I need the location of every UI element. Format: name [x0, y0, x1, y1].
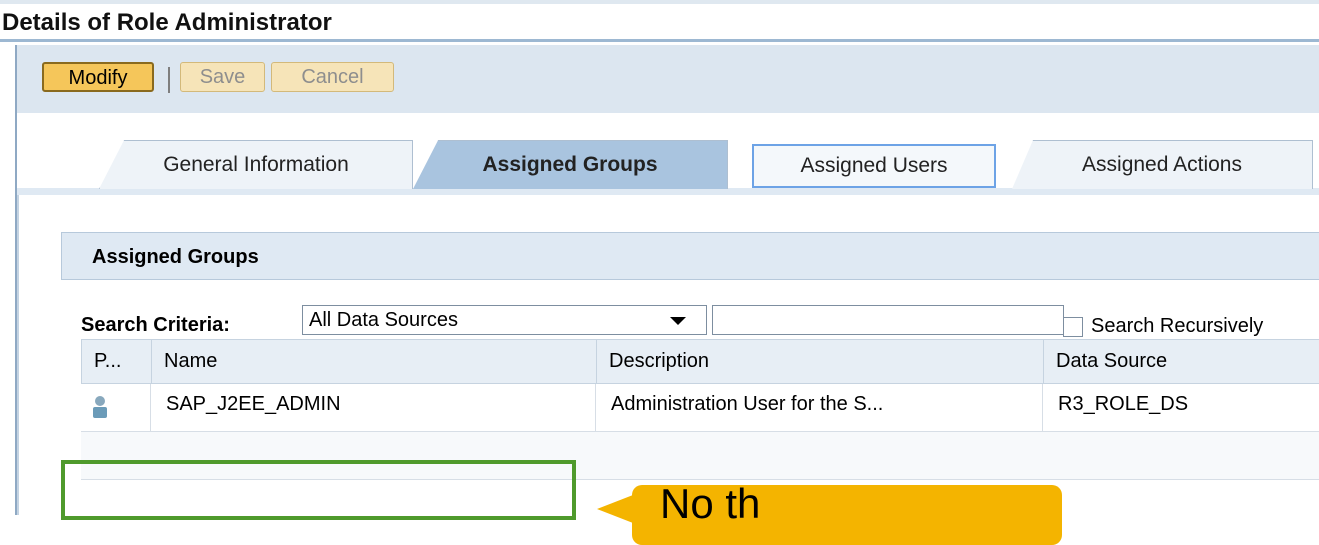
chevron-down-icon[interactable]: [670, 317, 686, 325]
column-header-description[interactable]: Description: [597, 340, 1044, 383]
title-underline: [0, 39, 1319, 42]
data-source-value: All Data Sources: [309, 309, 458, 331]
table-row[interactable]: SAP_J2EE_ADMIN Administration User for t…: [81, 384, 1319, 432]
data-source-cell: R3_ROLE_DS: [1043, 384, 1319, 431]
column-header-name[interactable]: Name: [152, 340, 597, 383]
search-input[interactable]: [712, 305, 1064, 335]
description-cell: Administration User for the S...: [596, 384, 1043, 431]
column-header-data-source[interactable]: Data Source: [1044, 340, 1319, 383]
toolbar-separator: [168, 67, 170, 93]
column-header-p[interactable]: P...: [82, 340, 152, 383]
name-cell: SAP_J2EE_ADMIN: [151, 384, 596, 431]
cancel-button[interactable]: Cancel: [271, 62, 394, 92]
data-source-select[interactable]: All Data Sources: [302, 305, 707, 335]
panel-title: Assigned Groups: [61, 232, 1319, 280]
detail-container: Modify Save Cancel General Information A…: [15, 45, 1319, 515]
empty-row-highlight: [61, 460, 576, 520]
tab-assigned-users[interactable]: Assigned Users: [752, 144, 996, 188]
callout-pointer: [597, 495, 633, 523]
search-recursively-checkbox[interactable]: [1063, 317, 1083, 337]
tab-bar: General Information Assigned Groups Assi…: [17, 113, 1319, 189]
callout-text: No th: [660, 480, 761, 527]
table-header: P... Name Description Data Source: [81, 339, 1319, 384]
search-row: Search Criteria: All Data Sources Search…: [81, 305, 1319, 339]
tab-general-information[interactable]: General Information: [99, 140, 413, 189]
toolbar: Modify Save Cancel: [17, 45, 1319, 113]
modify-button[interactable]: Modify: [42, 62, 154, 92]
principal-type-cell: [81, 384, 151, 431]
user-group-icon: [93, 396, 107, 418]
tab-assigned-groups[interactable]: Assigned Groups: [413, 140, 728, 189]
search-criteria-label: Search Criteria:: [81, 314, 230, 336]
page-title: Details of Role Administrator: [2, 9, 332, 36]
save-button[interactable]: Save: [180, 62, 265, 92]
search-recursively-label: Search Recursively: [1091, 315, 1264, 337]
top-border: [0, 0, 1319, 4]
tab-assigned-actions[interactable]: Assigned Actions: [1012, 140, 1313, 189]
